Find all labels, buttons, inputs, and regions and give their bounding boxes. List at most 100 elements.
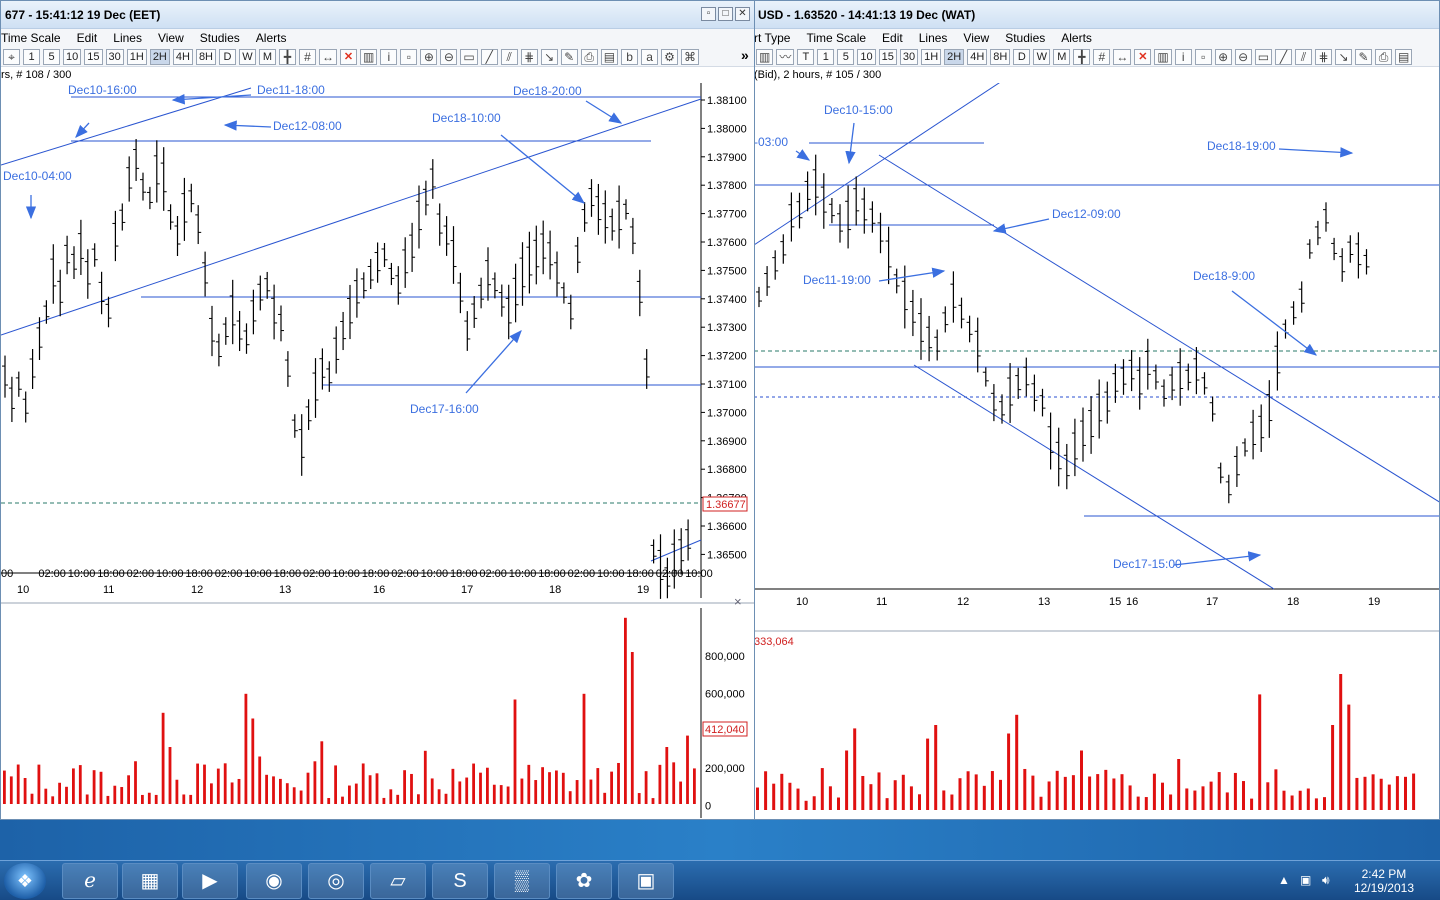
zoom-in-icon[interactable]: ⊕ <box>1214 48 1232 65</box>
toolbar-overflow[interactable]: » <box>741 47 749 63</box>
interval-8h[interactable]: 8H <box>195 48 216 65</box>
settings-icon[interactable]: ⚙ <box>661 48 679 65</box>
fit-icon[interactable]: ▭ <box>1254 48 1273 65</box>
volume-icon[interactable]: ▥ <box>1154 48 1172 65</box>
interval-15[interactable]: 15 <box>84 48 103 65</box>
menu-alerts[interactable]: Alerts <box>1061 29 1108 47</box>
start-button[interactable]: ❖ <box>4 863 46 899</box>
menu-edit[interactable]: Edit <box>77 29 114 47</box>
ask-icon[interactable]: a <box>641 48 659 65</box>
line-tool-icon[interactable]: ╱ <box>480 48 498 65</box>
interval-m[interactable]: M <box>1053 48 1071 65</box>
cursor-icon[interactable]: ╋ <box>1073 48 1091 65</box>
tools-icon[interactable]: ⌘ <box>681 48 700 65</box>
minimize-button[interactable]: ▫ <box>701 7 716 21</box>
interval-d[interactable]: D <box>219 48 236 65</box>
cursor-icon[interactable]: ╋ <box>279 48 296 65</box>
interval-30[interactable]: 30 <box>105 48 124 65</box>
interval-1h[interactable]: 1H <box>921 48 942 65</box>
chart-window-gbp[interactable]: USD - 1.63520 - 14:41:13 19 Dec (WAT) rt… <box>753 0 1440 820</box>
interval-15[interactable]: 15 <box>878 48 897 65</box>
channel-tool-icon[interactable]: ⫽ <box>500 48 518 65</box>
pencil-icon[interactable]: ✎ <box>1355 48 1373 65</box>
chrome-icon[interactable]: ◎ <box>308 863 364 899</box>
bar-chart-icon[interactable]: ▥ <box>756 48 774 65</box>
show-hidden-icon[interactable]: ▲ <box>1278 873 1290 887</box>
interval-1[interactable]: 1 <box>23 48 40 65</box>
interval-10[interactable]: 10 <box>63 48 82 65</box>
bid-icon[interactable]: b <box>621 48 639 65</box>
arrow-tool-icon[interactable]: ↘ <box>1335 48 1353 65</box>
interval-2h[interactable]: 2H <box>149 48 170 65</box>
terminal-icon[interactable]: ▣ <box>618 863 674 899</box>
menu-alerts[interactable]: Alerts <box>256 29 303 47</box>
interval-d[interactable]: D <box>1013 48 1031 65</box>
info-icon[interactable]: i <box>1174 48 1192 65</box>
interval-5[interactable]: 5 <box>43 48 60 65</box>
delete-icon[interactable]: ✕ <box>340 48 357 65</box>
menu-view[interactable]: View <box>158 29 200 47</box>
notes-icon[interactable]: ▱ <box>370 863 426 899</box>
preview-icon[interactable]: ▤ <box>1395 48 1413 65</box>
interval-w[interactable]: W <box>1033 48 1051 65</box>
fib-tool-icon[interactable]: ⋕ <box>520 48 538 65</box>
interval-m[interactable]: M <box>259 48 276 65</box>
chart-window-eur[interactable]: 677 - 15:41:12 19 Dec (EET) ▫ □ ✕ Time S… <box>0 0 755 820</box>
arrow-tool-icon[interactable]: ↘ <box>540 48 558 65</box>
menu-chart-type[interactable]: rt Type <box>754 29 806 47</box>
menu-studies[interactable]: Studies <box>1005 29 1061 47</box>
zoom-in-icon[interactable]: ⊕ <box>420 48 438 65</box>
interval-4h[interactable]: 4H <box>172 48 193 65</box>
paint-icon[interactable]: ✿ <box>556 863 612 899</box>
interval-1[interactable]: 1 <box>817 48 835 65</box>
crosshair-icon[interactable]: ⌖ <box>3 48 20 65</box>
equalizer-icon[interactable]: ▒ <box>494 863 550 899</box>
scroll-icon[interactable]: ↔ <box>1113 48 1132 65</box>
menu-edit[interactable]: Edit <box>882 29 919 47</box>
menu-studies[interactable]: Studies <box>200 29 256 47</box>
close-button[interactable]: ✕ <box>735 7 750 21</box>
network-icon[interactable]: ▣ <box>1300 873 1311 887</box>
maximize-button[interactable]: □ <box>718 7 733 21</box>
interval-w[interactable]: W <box>239 48 256 65</box>
clock[interactable]: 2:42 PM 12/19/2013 <box>1354 867 1414 895</box>
pencil-icon[interactable]: ✎ <box>560 48 578 65</box>
file-explorer-icon[interactable]: ▦ <box>122 863 178 899</box>
interval-5[interactable]: 5 <box>837 48 855 65</box>
skype-icon[interactable]: S <box>432 863 488 899</box>
menu-lines[interactable]: Lines <box>113 29 158 47</box>
print-icon[interactable]: ⎙ <box>580 48 598 65</box>
interval-8h[interactable]: 8H <box>990 48 1011 65</box>
zoom-out-icon[interactable]: ⊖ <box>440 48 458 65</box>
preview-icon[interactable]: ▤ <box>600 48 619 65</box>
firefox-icon[interactable]: ◉ <box>246 863 302 899</box>
scroll-icon[interactable]: ↔ <box>319 48 337 65</box>
menu-time-scale[interactable]: Time Scale <box>806 29 882 47</box>
menu-time-scale[interactable]: Time Scale <box>1 29 77 47</box>
interval-1h[interactable]: 1H <box>126 48 147 65</box>
volume-icon[interactable]: ▥ <box>360 48 378 65</box>
print-icon[interactable]: ⎙ <box>1375 48 1393 65</box>
channel-tool-icon[interactable]: ⫽ <box>1295 48 1313 65</box>
line-chart-icon[interactable]: 〰 <box>776 48 795 65</box>
fib-tool-icon[interactable]: ⋕ <box>1315 48 1333 65</box>
interval-t[interactable]: T <box>797 48 815 65</box>
grid-icon[interactable]: # <box>299 48 316 65</box>
line-tool-icon[interactable]: ╱ <box>1275 48 1293 65</box>
price-chart-eur[interactable]: 1.38100 1.38000 1.37900 1.37800 1.37700 1.376… <box>1 83 754 820</box>
speaker-icon[interactable]: 🔊︎ <box>1322 873 1330 888</box>
fit-icon[interactable]: ▭ <box>460 48 478 65</box>
delete-icon[interactable]: ✕ <box>1134 48 1152 65</box>
interval-30[interactable]: 30 <box>899 48 919 65</box>
menu-lines[interactable]: Lines <box>919 29 964 47</box>
price-chart-gbp[interactable]: 10 11 12 13 15 16 17 18 19 Dec10-15:00 -03:00 Dec18… <box>754 83 1440 820</box>
menu-view[interactable]: View <box>963 29 1005 47</box>
interval-2h[interactable]: 2H <box>944 48 965 65</box>
info-icon[interactable]: i <box>380 48 398 65</box>
media-player-icon[interactable]: ▶ <box>182 863 238 899</box>
zoom-out-icon[interactable]: ⊖ <box>1234 48 1252 65</box>
vol-icon[interactable]: ▫ <box>400 48 418 65</box>
internet-explorer-icon[interactable]: ℯ <box>62 863 118 899</box>
vol-icon[interactable]: ▫ <box>1194 48 1212 65</box>
interval-10[interactable]: 10 <box>857 48 876 65</box>
